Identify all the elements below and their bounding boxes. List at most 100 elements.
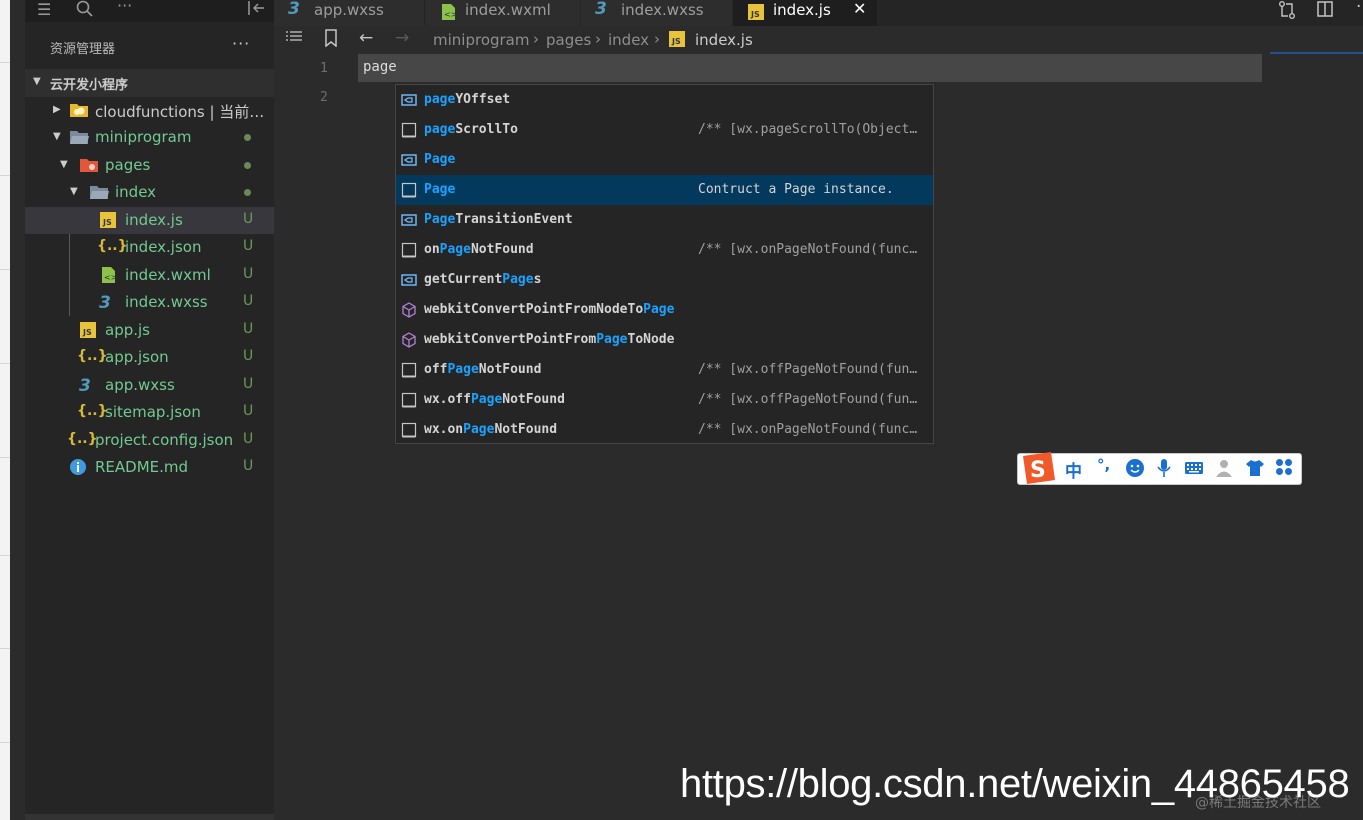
untracked-badge: U [243, 458, 254, 474]
variable-icon [401, 272, 417, 288]
tree-item-label: pages [105, 156, 151, 174]
back-arrow-icon[interactable]: ← [359, 28, 373, 48]
chevron-down-icon: ▼ [33, 76, 41, 87]
code-line[interactable]: page [363, 59, 397, 75]
user-icon[interactable] [1215, 458, 1233, 482]
suggestion-item[interactable]: offPageNotFound /** [wx.offPageNotFound(f… [396, 355, 933, 385]
explorer-sidebar: ☰ ··· 资源管理器 ··· ▼ 云开发小程序 ▶ cloudfunction… [25, 0, 274, 820]
forward-arrow-icon[interactable]: → [395, 28, 409, 48]
compare-changes-icon[interactable] [1277, 0, 1297, 25]
wxss-file-icon: 3 [288, 0, 300, 19]
ime-toolbar: S 中 °, [1017, 452, 1302, 485]
folder-open-icon [89, 183, 109, 201]
tree-item-label: index [115, 183, 157, 201]
toolbox-grid-icon[interactable] [1275, 458, 1293, 480]
modified-dot-icon [244, 134, 251, 141]
suggestion-label: PageTransitionEvent [424, 212, 573, 227]
more-icon[interactable]: ··· [117, 0, 132, 15]
more-icon[interactable]: · [1356, 0, 1361, 17]
untracked-badge: U [243, 431, 254, 447]
tab-index-wxml[interactable]: <> index.wxml [425, 0, 581, 26]
editor-tab-bar: 3 app.wxss <> index.wxml 3 index.wxss JS… [274, 0, 1363, 26]
untracked-badge: U [243, 321, 254, 337]
untracked-badge: U [243, 348, 254, 364]
js-file-icon: JS [99, 211, 119, 229]
svg-text:S: S [1030, 458, 1046, 483]
sidebar-bottom-bar [25, 814, 274, 820]
chevron-down-icon: ▼ [53, 131, 61, 142]
tree-item-label: index.js [125, 211, 183, 229]
suggestion-item[interactable]: PageTransitionEvent [396, 205, 933, 235]
collapse-panel-icon[interactable] [246, 0, 266, 22]
untracked-badge: U [243, 238, 254, 254]
ime-lang[interactable]: 中 [1065, 457, 1082, 482]
ime-punctuation[interactable]: °, [1097, 456, 1110, 474]
emoji-icon[interactable] [1125, 458, 1145, 482]
breadcrumb-item[interactable]: index [608, 31, 649, 49]
tree-item-app-wxss[interactable]: 3 app.wxss U [25, 372, 274, 399]
suggestion-label: webkitConvertPointFromNodeToPage [424, 302, 675, 317]
suggestion-detail: Contruct a Page instance. [698, 182, 894, 197]
svg-text:JS: JS [671, 37, 681, 46]
line-number: 2 [320, 90, 328, 105]
suggestion-item[interactable]: Page Contruct a Page instance. [396, 175, 933, 205]
suggestion-item[interactable]: wx.offPageNotFound /** [wx.offPageNotFoun… [396, 385, 933, 415]
chevron-right-icon: ▶ [53, 104, 61, 115]
tree-item-app-js[interactable]: JS app.js U [25, 317, 274, 344]
tree-item-index-js[interactable]: JS index.js U [25, 207, 274, 234]
tree-item-readme[interactable]: README.md U [25, 454, 274, 481]
tree-item-label: app.js [105, 321, 150, 339]
suggestion-item[interactable]: webkitConvertPointFromNodeToPage [396, 295, 933, 325]
breadcrumb-item[interactable]: index.js [695, 31, 753, 49]
untracked-badge: U [243, 266, 254, 282]
breadcrumb-item[interactable]: pages [546, 31, 591, 49]
sogou-logo-icon[interactable]: S [1019, 448, 1059, 492]
suggestion-item[interactable]: onPageNotFound /** [wx.onPageNotFound(fun… [396, 235, 933, 265]
text-snippet-icon [401, 392, 417, 408]
suggestion-item[interactable]: pageScrollTo /** [wx.pageScrollTo(Object … [396, 115, 933, 145]
tree-item-label: sitemap.json [105, 403, 201, 421]
tree-item-project-config[interactable]: {..} project.config.json U [25, 427, 274, 454]
wxss-file-icon: 3 [79, 376, 91, 396]
suggestion-detail: /** [wx.onPageNotFound(function callback… [698, 242, 918, 257]
suggestion-item[interactable]: wx.onPageNotFound /** [wx.onPageNotFound(… [396, 415, 933, 445]
skin-shirt-icon[interactable] [1245, 458, 1265, 482]
tree-item-miniprogram[interactable]: ▼ miniprogram [25, 124, 274, 151]
suggestion-item[interactable]: Page [396, 145, 933, 175]
tree-item-index-wxml[interactable]: <> index.wxml U [25, 262, 274, 289]
suggestion-item[interactable]: pageYOffset [396, 85, 933, 115]
breadcrumb-item[interactable]: miniprogram [433, 31, 529, 49]
suggest-widget[interactable]: pageYOffset pageScrollTo /** [wx.pageScrol… [395, 84, 934, 444]
search-icon[interactable] [76, 0, 94, 22]
tab-label: index.wxss [621, 1, 704, 19]
tree-item-sitemap-json[interactable]: {..} sitemap.json U [25, 399, 274, 426]
split-editor-icon[interactable] [1316, 0, 1334, 23]
outline-list-icon[interactable] [285, 29, 303, 50]
suggestion-label: onPageNotFound [424, 242, 534, 257]
background-window-edge [0, 0, 10, 820]
tree-item-pages[interactable]: ▼ pages [25, 152, 274, 179]
list-icon[interactable]: ☰ [37, 0, 51, 19]
suggestion-detail: /** [wx.onPageNotFound(function callback… [698, 422, 918, 437]
suggestion-label: wx.onPageNotFound [424, 422, 558, 437]
bookmark-icon[interactable] [324, 29, 338, 52]
tree-item-app-json[interactable]: {..} app.json U [25, 344, 274, 371]
variable-icon [401, 92, 417, 108]
breadcrumb: ← → miniprogram › pages › index › JS ind… [274, 26, 1363, 54]
close-icon[interactable]: ✕ [853, 0, 866, 18]
tree-item-index-json[interactable]: {..} index.json U [25, 234, 274, 261]
tree-item-index-wxss[interactable]: 3 index.wxss U [25, 289, 274, 316]
suggestion-item[interactable]: getCurrentPages [396, 265, 933, 295]
suggestion-item[interactable]: webkitConvertPointFromPageToNode [396, 325, 933, 355]
tab-index-wxss[interactable]: 3 index.wxss [581, 0, 733, 26]
tab-index-js[interactable]: JS index.js ✕ [733, 0, 878, 26]
tab-app-wxss[interactable]: 3 app.wxss [274, 0, 425, 26]
microphone-icon[interactable] [1155, 458, 1173, 482]
explorer-more-button[interactable]: ··· [232, 34, 250, 53]
keyboard-icon[interactable] [1184, 458, 1204, 482]
svg-text:<>: <> [444, 10, 457, 19]
workspace-section-header[interactable]: ▼ 云开发小程序 [25, 69, 274, 97]
wxss-file-icon: 3 [595, 0, 607, 19]
tree-item-cloudfunctions[interactable]: ▶ cloudfunctions | 当前… [25, 97, 274, 124]
tree-item-index-folder[interactable]: ▼ index [25, 179, 274, 206]
